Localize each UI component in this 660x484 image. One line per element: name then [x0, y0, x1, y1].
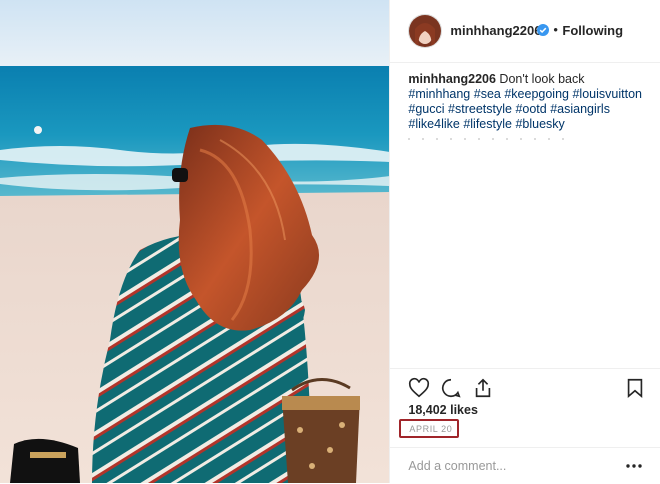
hashtag[interactable]: #streetstyle — [448, 102, 512, 116]
caption-username[interactable]: minhhang2206 — [408, 72, 496, 86]
hashtag[interactable]: #sea — [474, 87, 501, 101]
post-header: minhhang2206 • Following — [390, 0, 660, 63]
hashtag[interactable]: #like4like — [408, 117, 459, 131]
verified-badge-icon — [537, 24, 550, 36]
hashtag[interactable]: #louisvuitton — [572, 87, 642, 101]
beach-photo — [0, 0, 390, 483]
caption-text: Don't look back — [499, 72, 585, 86]
heart-icon[interactable] — [408, 377, 430, 399]
hashtag[interactable]: #asiangirls — [550, 102, 610, 116]
separator-dot: • — [553, 22, 558, 37]
hashtag[interactable]: #gucci — [408, 102, 444, 116]
like-count[interactable]: 18,402 likes — [408, 403, 478, 417]
hashtag[interactable]: #keepgoing — [504, 87, 569, 101]
avatar-image — [409, 15, 442, 47]
comments-divider — [408, 138, 569, 140]
hashtag[interactable]: #bluesky — [515, 117, 564, 131]
post-caption: minhhang2206 Don't look back #minhhang #… — [408, 72, 648, 132]
more-options-icon[interactable] — [626, 464, 643, 468]
instagram-post: minhhang2206 • Following minhhang2206 Do… — [0, 0, 660, 483]
comment-icon[interactable] — [440, 377, 462, 399]
post-side-panel: minhhang2206 • Following minhhang2206 Do… — [390, 0, 660, 483]
username-link[interactable]: minhhang2206 — [450, 23, 541, 38]
following-button[interactable]: Following — [562, 23, 623, 38]
hashtag[interactable]: #ootd — [515, 102, 546, 116]
post-date[interactable]: APRIL 20 — [409, 424, 452, 434]
bookmark-icon[interactable] — [624, 377, 646, 399]
comment-input[interactable] — [408, 457, 609, 475]
action-bar — [390, 368, 660, 405]
hashtag[interactable]: #minhhang — [408, 87, 470, 101]
post-photo[interactable] — [0, 0, 391, 483]
comment-bar — [390, 447, 660, 484]
share-icon[interactable] — [472, 377, 494, 399]
hashtag[interactable]: #lifestyle — [463, 117, 512, 131]
avatar[interactable] — [408, 14, 443, 48]
